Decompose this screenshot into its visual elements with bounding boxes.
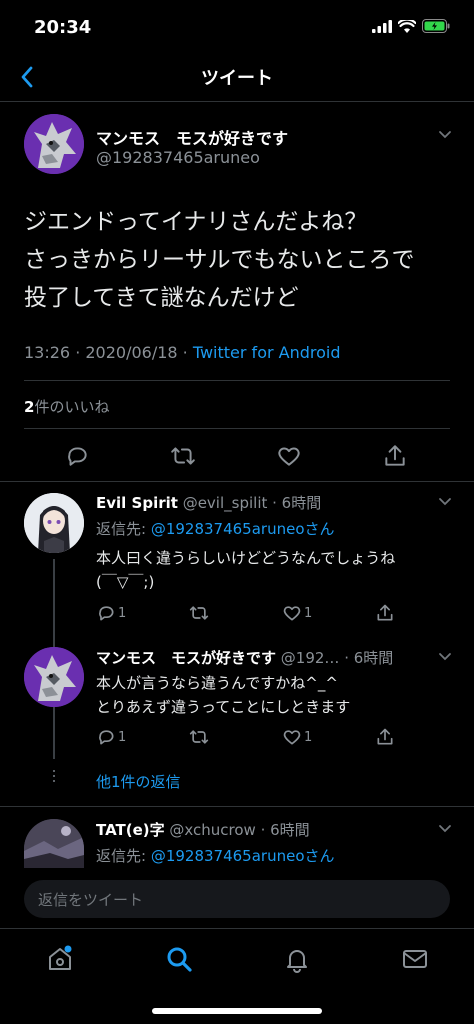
reply-to-label: 返信先: [96,520,151,538]
reply-avatar[interactable] [24,647,84,707]
home-indicator [152,1008,322,1014]
reply-text-line: とりあえず違うってことにしときます [96,698,351,716]
author-handle[interactable]: @192837465aruneo [96,148,260,167]
retweet-icon[interactable] [189,727,209,747]
likes-count: 2 [24,398,35,416]
chevron-down-icon[interactable] [438,824,452,834]
wifi-icon [398,19,416,33]
tweet-text-line: さっきからリーサルでもないところで [24,247,415,273]
reply-header: マンモス モスが好きです @192… · 6時間 [96,647,393,668]
share-icon[interactable] [375,727,395,747]
share-icon[interactable] [382,443,408,469]
reply-icon[interactable] [64,443,90,469]
reply-button[interactable]: 1 [96,603,126,623]
tab-home[interactable] [46,945,74,973]
reply-author-handle[interactable]: @192… · 6時間 [281,649,393,667]
tweet-source-link[interactable]: Twitter for Android [193,343,341,362]
reply-text: 本人が言うなら違うんですかね^_^ とりあえず違うってことにしときます [96,671,350,719]
show-more-replies-link[interactable]: 他1件の返信 [96,771,181,792]
compose-placeholder: 返信をツイート [38,891,144,909]
reply-to-label: 返信先: [96,847,151,865]
tab-search[interactable] [165,945,193,973]
reply-author-name[interactable]: Evil Spirit [96,494,178,512]
home-icon [49,945,72,970]
reply-count: 1 [118,729,127,745]
tweet-text: ジエンドってイナリさんだよね？ さっきからリーサルでもないところで 投了してきて… [24,203,415,317]
thread-dots [53,770,55,782]
divider [0,806,474,807]
signal-icon [372,19,392,33]
tweet-meta: 13:26 · 2020/06/18 · Twitter for Android [24,343,341,362]
author-name[interactable]: マンモス モスが好きです [96,125,288,149]
reply-compose-input[interactable]: 返信をツイート [24,880,450,918]
reply-to-handle[interactable]: @192837465aruneoさん [151,520,335,538]
reply-text: 本人曰く違うらしいけどどうなんでしょうね (￣▽￣;) [96,546,395,594]
like-icon[interactable] [276,443,302,469]
retweet-icon[interactable] [189,603,209,623]
chevron-down-icon[interactable] [438,652,452,662]
reply-header: Evil Spirit @evil_spilit · 6時間 [96,492,321,513]
divider [0,481,474,482]
reply-icon [99,606,114,621]
reply-text-line: 本人が言うなら違うんですかね^_^ [96,674,338,692]
anime-girl-avatar-image [24,493,84,553]
tweet-text-line: 投了してきて謎なんだけど [24,285,299,311]
chevron-down-icon[interactable] [438,130,452,140]
notifications-icon [287,950,307,973]
like-icon [283,730,301,745]
reply-to-handle[interactable]: @192837465aruneoさん [151,847,335,865]
like-button[interactable]: 1 [282,603,312,623]
reply-button[interactable]: 1 [96,727,126,747]
divider [24,428,450,429]
reply-avatar[interactable] [24,493,84,553]
author-avatar[interactable] [24,114,84,174]
reply-avatar[interactable] [24,819,84,869]
nav-bar: ツイート [0,56,474,102]
reply-to: 返信先: @192837465aruneoさん [96,518,335,539]
messages-icon [403,950,427,968]
status-icons [372,19,450,33]
tweet-text-line: ジエンドってイナリさんだよね？ [24,209,368,235]
reply-author-name[interactable]: TAT(e)字 [96,821,165,839]
landscape-avatar-image [24,819,84,869]
reply-text-line: 本人曰く違うらしいけどどうなんでしょうね [96,549,396,567]
like-button[interactable]: 1 [282,727,312,747]
share-icon[interactable] [375,603,395,623]
tab-notifications[interactable] [283,945,311,973]
reply-header: TAT(e)字 @xchucrow · 6時間 [96,819,310,840]
like-icon [283,606,301,621]
tweet-timestamp: 13:26 · 2020/06/18 · [24,343,193,362]
reply-to: 返信先: @192837465aruneoさん [96,845,335,866]
reply-author-handle[interactable]: @xchucrow · 6時間 [169,821,309,839]
tab-messages[interactable] [401,945,429,973]
like-count: 1 [304,729,313,745]
page-title: ツイート [201,68,273,89]
like-count: 1 [304,605,313,621]
dragon-avatar-image [24,647,84,707]
status-time: 20:34 [34,17,92,38]
reply-count: 1 [118,605,127,621]
reply-icon [99,730,114,745]
battery-icon [422,19,450,33]
search-icon [167,947,192,972]
status-bar: 20:34 [0,0,474,56]
likes-label: 件のいいね [34,398,110,416]
retweet-icon[interactable] [170,443,196,469]
dragon-avatar-image [24,114,84,174]
reply-author-name[interactable]: マンモス モスが好きです [96,649,276,667]
chevron-down-icon[interactable] [438,497,452,507]
reply-author-handle[interactable]: @evil_spilit · 6時間 [183,494,322,512]
divider [24,380,450,381]
reply-text-line: (￣▽￣;) [96,573,155,591]
likes-summary[interactable]: 2件のいいね [24,396,109,417]
